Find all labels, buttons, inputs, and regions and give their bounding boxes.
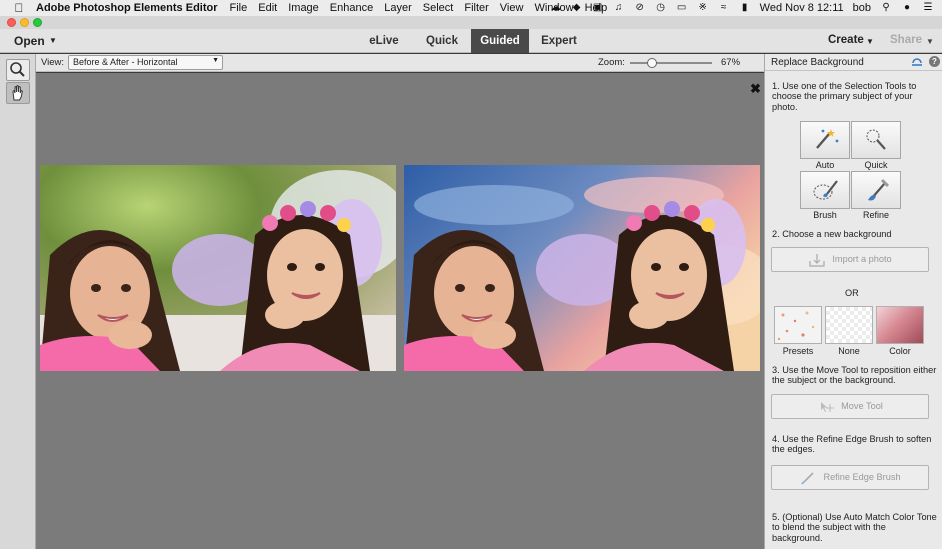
auto-selection-button[interactable] xyxy=(800,121,850,159)
open-button[interactable]: Open xyxy=(14,34,45,48)
menu-edit[interactable]: Edit xyxy=(258,2,277,14)
brush-selection-button[interactable] xyxy=(800,171,850,209)
bluetooth-icon[interactable]: ※ xyxy=(697,3,709,13)
options-bar: View: Before & After - Horizontal ▼ Zoom… xyxy=(36,54,764,72)
spotlight-search-icon[interactable]: ⚲ xyxy=(880,3,892,13)
or-label: OR xyxy=(845,288,859,298)
quick-selection-icon xyxy=(866,129,886,150)
chevron-down-icon: ▼ xyxy=(212,57,219,64)
view-label: View: xyxy=(41,57,65,68)
tool-box xyxy=(0,54,36,549)
close-icon[interactable]: ✖ xyxy=(750,81,761,97)
move-tool-label: Move Tool xyxy=(841,401,883,411)
menu-image[interactable]: Image xyxy=(288,2,319,14)
dropbox-icon[interactable]: ◆ xyxy=(571,3,583,13)
reset-icon[interactable] xyxy=(911,56,923,68)
chevron-down-icon[interactable]: ▼ xyxy=(866,37,874,46)
help-icon[interactable]: ? xyxy=(929,56,940,67)
zoom-slider-thumb[interactable] xyxy=(647,58,657,68)
zoom-tool-button[interactable] xyxy=(6,59,30,81)
chevron-down-icon[interactable]: ▼ xyxy=(49,36,57,45)
move-icon xyxy=(821,401,835,412)
zoom-slider[interactable] xyxy=(630,62,712,64)
cloud-icon[interactable]: ☁ xyxy=(550,3,562,13)
mac-menu-bar:  Adobe Photoshop Elements Editor File E… xyxy=(0,0,942,16)
music-icon[interactable]: ♫ xyxy=(613,3,625,13)
airplay-icon[interactable]: ▭ xyxy=(676,3,688,13)
menu-select[interactable]: Select xyxy=(423,2,454,14)
app-top-bar: Open ▼ eLive Quick Guided Expert Create … xyxy=(0,29,942,53)
create-button[interactable]: Create xyxy=(828,34,864,46)
time-machine-icon[interactable]: ◷ xyxy=(655,3,667,13)
share-button[interactable]: Share xyxy=(890,34,922,46)
window-title-bar xyxy=(0,16,942,29)
color-label: Color xyxy=(889,346,911,356)
auto-label: Auto xyxy=(815,160,835,170)
color-background-button[interactable] xyxy=(876,306,924,344)
none-label: None xyxy=(838,346,860,356)
presets-pattern-icon xyxy=(777,311,815,341)
menu-layer[interactable]: Layer xyxy=(384,2,412,14)
import-photo-label: Import a photo xyxy=(832,254,892,264)
tab-guided[interactable]: Guided xyxy=(471,29,529,53)
import-photo-button[interactable]: Import a photo xyxy=(771,247,929,272)
refine-selection-button[interactable] xyxy=(851,171,901,209)
import-icon xyxy=(809,253,825,267)
zoom-value: 67% xyxy=(721,57,741,68)
notification-center-icon[interactable]: ☰ xyxy=(922,3,934,13)
refine-edge-brush-button[interactable]: Refine Edge Brush xyxy=(771,465,929,490)
refine-label: Refine xyxy=(862,210,889,220)
menu-view[interactable]: View xyxy=(500,2,524,14)
selection-brush-icon xyxy=(813,180,838,200)
before-photo[interactable] xyxy=(40,165,396,371)
window-minimize-button[interactable] xyxy=(20,18,29,27)
image-canvas[interactable]: ✖ xyxy=(36,73,764,549)
refine-edge-label: Refine Edge Brush xyxy=(823,472,901,482)
app-menu[interactable]: Adobe Photoshop Elements Editor xyxy=(36,2,218,14)
panel-header: Replace Background ? xyxy=(765,54,942,71)
magnifier-icon xyxy=(10,62,25,77)
siri-icon[interactable]: ● xyxy=(901,3,913,13)
view-select[interactable]: Before & After - Horizontal ▼ xyxy=(68,55,223,70)
zoom-label: Zoom: xyxy=(598,57,625,68)
refine-edge-icon xyxy=(801,471,815,484)
menu-enhance[interactable]: Enhance xyxy=(330,2,373,14)
quick-selection-button[interactable] xyxy=(851,121,901,159)
guided-panel: Replace Background ? 1. Use one of the S… xyxy=(764,54,942,549)
presets-background-button[interactable] xyxy=(774,306,822,344)
chevron-down-icon[interactable]: ▼ xyxy=(926,37,934,46)
wifi-icon[interactable]: ≈ xyxy=(718,3,730,13)
step-2-text: 2. Choose a new background xyxy=(772,229,892,239)
display-icon[interactable]: ▣ xyxy=(592,3,604,13)
view-select-value: Before & After - Horizontal xyxy=(73,57,178,67)
step-1-text: 1. Use one of the Selection Tools to cho… xyxy=(772,81,917,112)
step-4-text: 4. Use the Refine Edge Brush to soften t… xyxy=(772,434,932,455)
tab-elive[interactable]: eLive xyxy=(360,29,408,53)
menu-file[interactable]: File xyxy=(230,2,248,14)
battery-icon[interactable]: ▮ xyxy=(739,3,751,13)
move-tool-button[interactable]: Move Tool xyxy=(771,394,929,419)
panel-title: Replace Background xyxy=(771,57,864,68)
step-3-text: 3. Use the Move Tool to reposition eithe… xyxy=(772,365,937,386)
hand-tool-button[interactable] xyxy=(6,82,30,104)
quick-label: Quick xyxy=(864,160,888,170)
refine-brush-icon xyxy=(868,178,890,201)
user-name[interactable]: bob xyxy=(853,2,871,14)
status-tray: ☁ ◆ ▣ ♫ ⊘ ◷ ▭ ※ ≈ ▮ Wed Nov 8 12:11 bob … xyxy=(550,0,934,16)
tab-quick[interactable]: Quick xyxy=(418,29,466,53)
brush-label: Brush xyxy=(813,210,837,220)
menu-filter[interactable]: Filter xyxy=(464,2,488,14)
hand-icon xyxy=(12,85,23,101)
tab-expert[interactable]: Expert xyxy=(533,29,585,53)
apple-logo-icon[interactable]:  xyxy=(12,1,26,15)
after-photo[interactable] xyxy=(404,165,760,371)
magic-wand-icon xyxy=(816,129,839,149)
step-5-text: 5. (Optional) Use Auto Match Color Tone … xyxy=(772,512,937,543)
presets-label: Presets xyxy=(782,346,814,356)
clock[interactable]: Wed Nov 8 12:11 xyxy=(760,2,844,14)
window-close-button[interactable] xyxy=(7,18,16,27)
blocked-icon[interactable]: ⊘ xyxy=(634,3,646,13)
window-zoom-button[interactable] xyxy=(33,18,42,27)
none-background-button[interactable] xyxy=(825,306,873,344)
